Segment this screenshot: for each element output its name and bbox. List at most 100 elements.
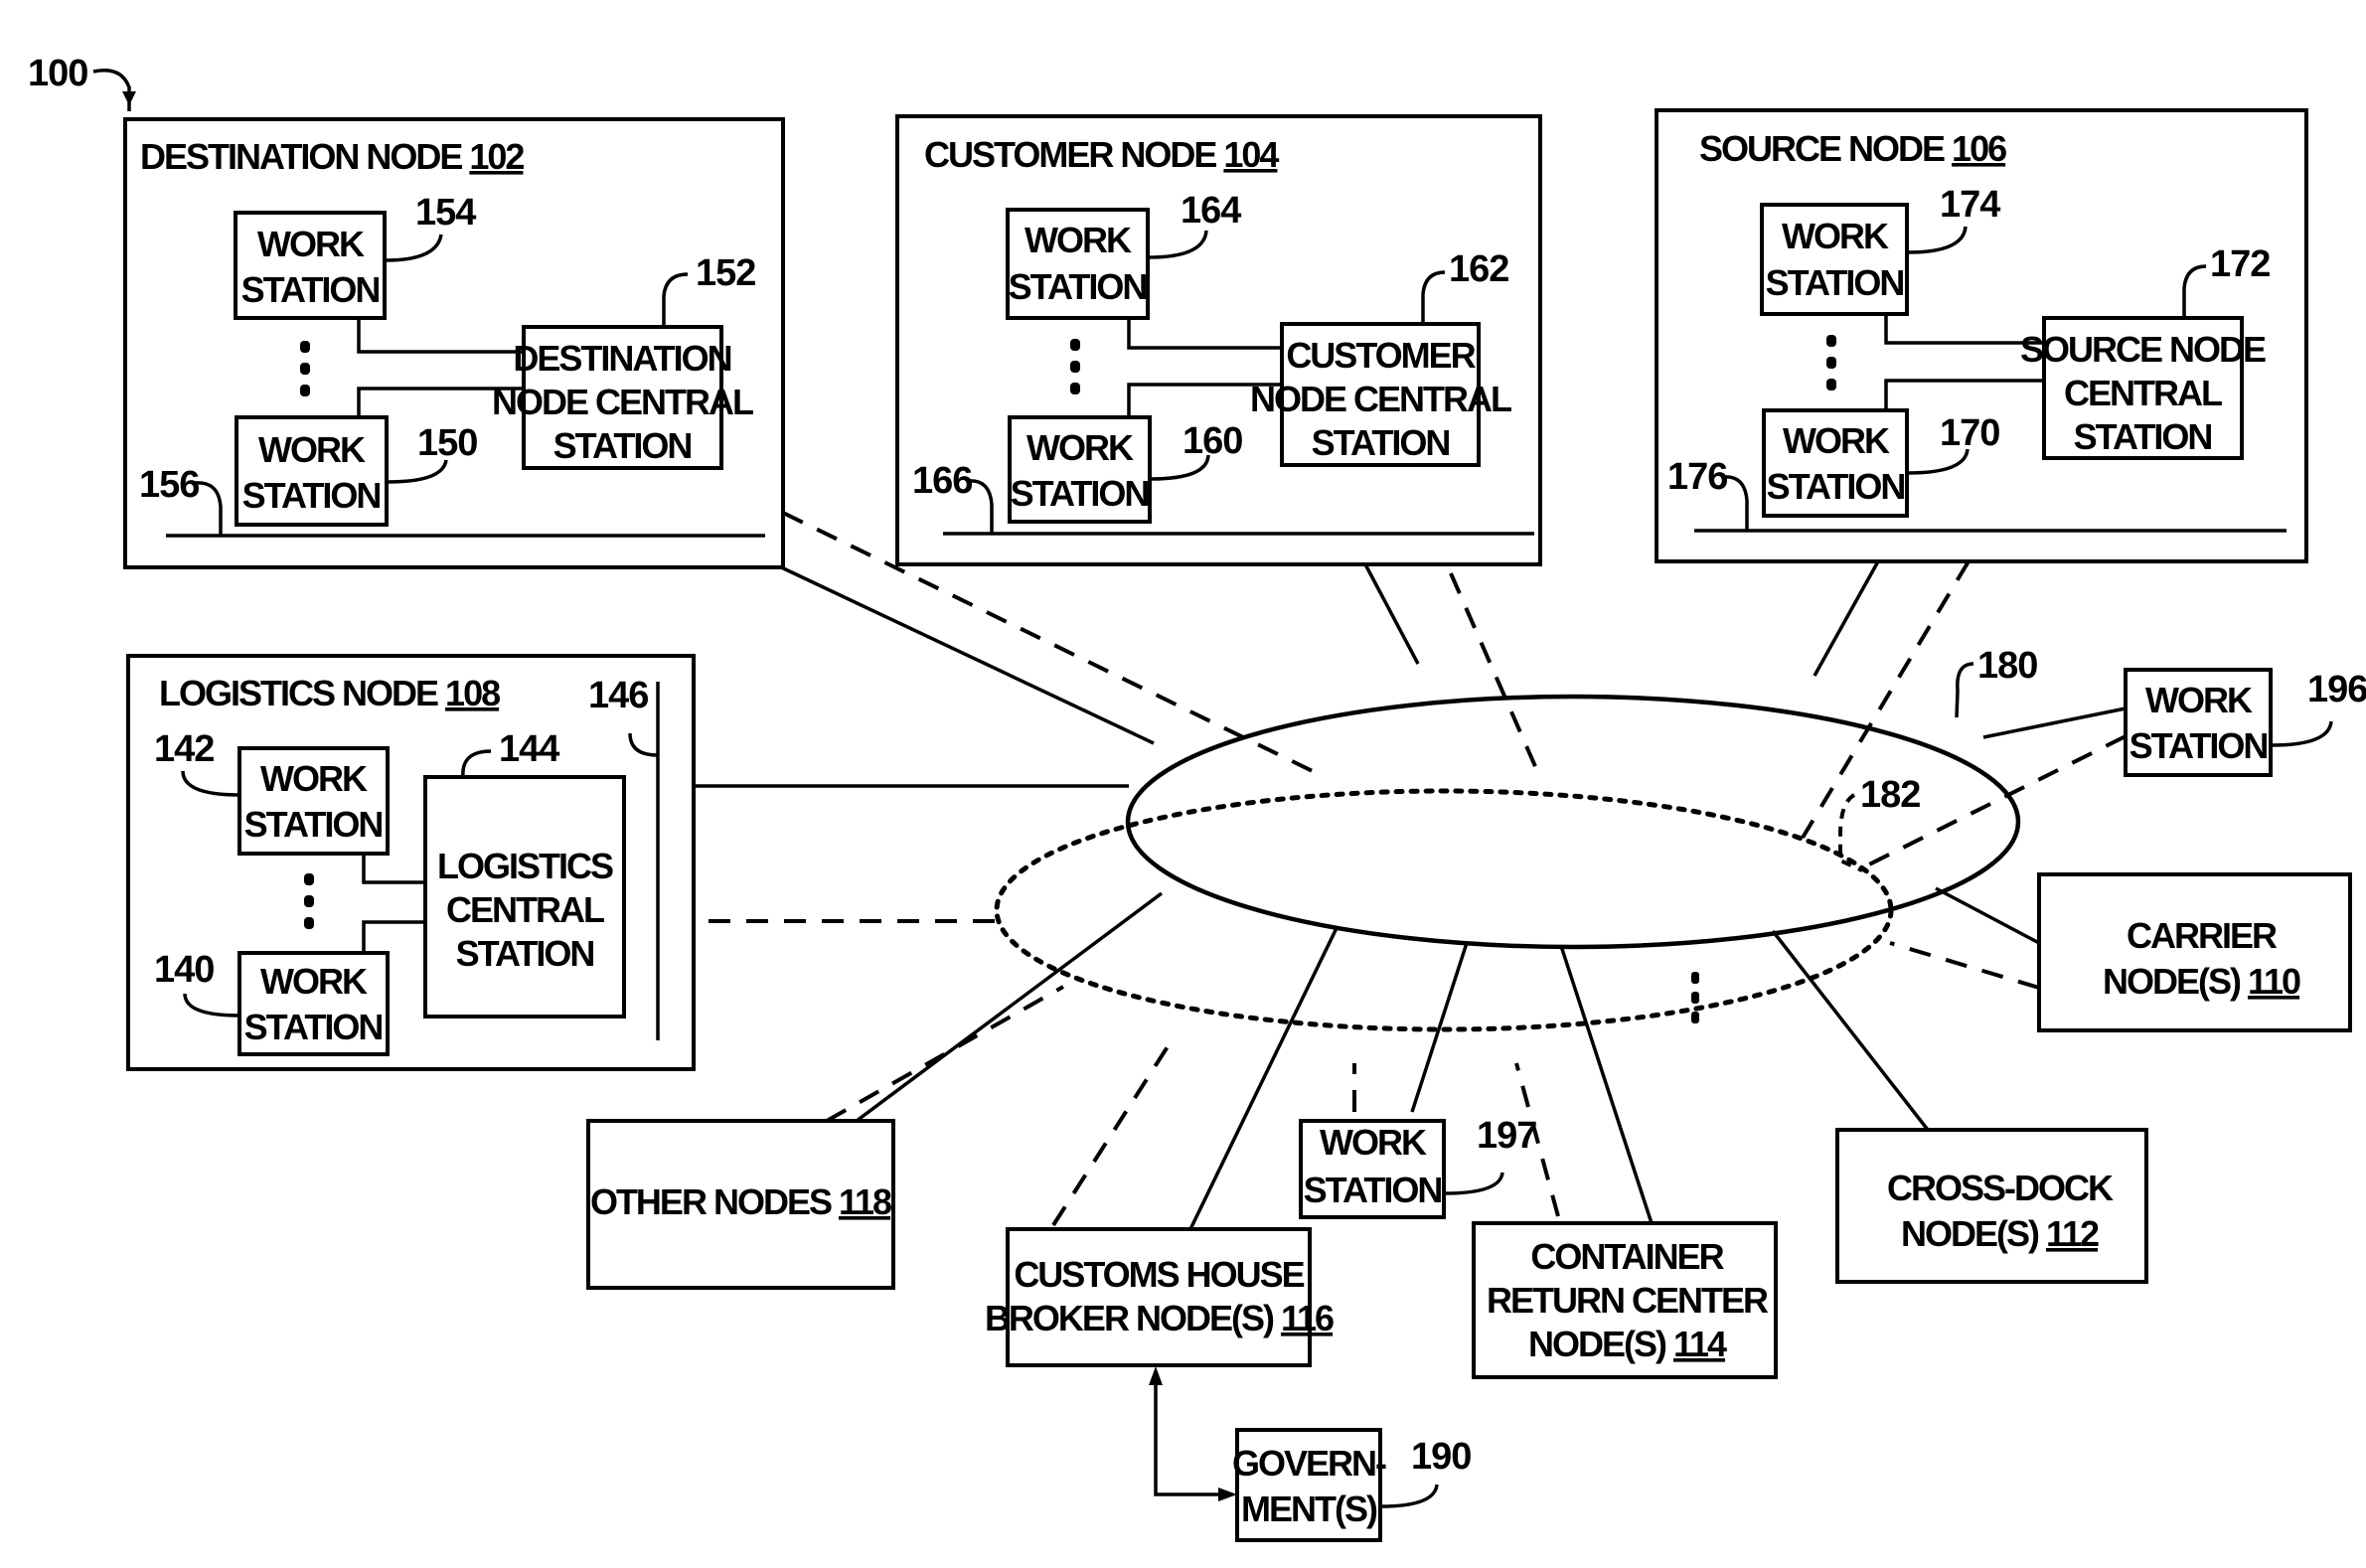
link-container-primary xyxy=(1559,945,1654,1224)
workstation-197[interactable]: WORK STATION 197 xyxy=(1299,1115,1537,1219)
secondary-network-ref: 182 xyxy=(1860,774,1920,816)
svg-text:172: 172 xyxy=(2210,243,2270,285)
svg-text:WORK: WORK xyxy=(1783,420,1890,461)
svg-text:WORK: WORK xyxy=(258,429,366,470)
svg-text:NODE(S) 112: NODE(S) 112 xyxy=(1901,1213,2099,1254)
svg-text:WORK: WORK xyxy=(2145,680,2253,720)
figure-ref-arrow xyxy=(92,69,131,111)
primary-network-ref: 180 xyxy=(1977,645,2037,687)
container-return-node[interactable]: CONTAINER RETURN CENTER NODE(S) 114 xyxy=(1472,1221,1778,1379)
link-customer-secondary xyxy=(1449,572,1543,781)
svg-text:STATION: STATION xyxy=(456,933,594,974)
source-node[interactable]: SOURCE NODE 106 WORK STATION 174 WORK ST… xyxy=(1655,108,2308,563)
svg-text:WORK: WORK xyxy=(1782,216,1889,256)
svg-text:BROKER NODE(S) 116: BROKER NODE(S) 116 xyxy=(985,1298,1334,1338)
link-other-primary xyxy=(855,891,1164,1123)
svg-text:197: 197 xyxy=(1477,1115,1536,1157)
carrier-node[interactable]: CARRIER NODE(S) 110 xyxy=(2037,872,2352,1032)
link-carrier-secondary xyxy=(1889,941,2040,990)
secondary-network-ellipse xyxy=(994,788,1894,1032)
svg-text:140: 140 xyxy=(154,949,214,991)
other-nodes[interactable]: OTHER NODES 118 xyxy=(586,1119,895,1290)
svg-text:STATION: STATION xyxy=(1767,466,1905,507)
svg-text:STATION: STATION xyxy=(2129,725,2268,766)
svg-text:STATION: STATION xyxy=(241,269,380,310)
svg-text:NODE(S) 110: NODE(S) 110 xyxy=(2103,961,2300,1002)
svg-text:WORK: WORK xyxy=(260,961,368,1002)
svg-text:144: 144 xyxy=(499,728,559,770)
customer-node[interactable]: CUSTOMER NODE 104 WORK STATION 164 WORK … xyxy=(895,114,1542,566)
svg-text:190: 190 xyxy=(1411,1436,1471,1478)
svg-text:MENT(S): MENT(S) xyxy=(1241,1489,1377,1529)
customs-broker-node[interactable]: CUSTOMS HOUSE BROKER NODE(S) 116 xyxy=(985,1227,1336,1367)
link-carrier-primary xyxy=(1935,886,2040,945)
workstation-196[interactable]: WORK STATION 196 xyxy=(2124,668,2366,777)
svg-text:STATION: STATION xyxy=(244,804,383,845)
svg-text:CUSTOMS HOUSE: CUSTOMS HOUSE xyxy=(1014,1254,1304,1295)
svg-text:NODE CENTRAL: NODE CENTRAL xyxy=(492,382,753,422)
cross-dock-node[interactable]: CROSS-DOCK NODE(S) 112 xyxy=(1835,1128,2148,1284)
svg-text:OTHER NODES 118: OTHER NODES 118 xyxy=(590,1181,891,1222)
source-ellipsis-dots xyxy=(1826,335,1836,391)
svg-text:142: 142 xyxy=(154,728,214,770)
government-link xyxy=(1154,1381,1218,1496)
svg-text:STATION: STATION xyxy=(1312,422,1450,463)
svg-text:SOURCE NODE: SOURCE NODE xyxy=(2020,329,2266,370)
source-node-title: SOURCE NODE 106 xyxy=(1699,128,2006,169)
destination-node-title: DESTINATION NODE 102 xyxy=(140,136,524,177)
link-source-primary xyxy=(1813,560,1880,677)
svg-text:NODE(S) 114: NODE(S) 114 xyxy=(1528,1324,1727,1364)
svg-text:WORK: WORK xyxy=(257,224,365,264)
svg-text:CENTRAL: CENTRAL xyxy=(2064,373,2222,413)
svg-text:CUSTOMER: CUSTOMER xyxy=(1286,335,1476,376)
svg-text:174: 174 xyxy=(1940,184,2000,226)
logistics-node[interactable]: LOGISTICS NODE 108 WORK STATION 142 WORK… xyxy=(126,654,696,1071)
figure-ref-label: 100 xyxy=(28,53,87,94)
svg-text:STATION: STATION xyxy=(2074,416,2212,457)
svg-text:STATION: STATION xyxy=(1009,266,1147,307)
svg-text:170: 170 xyxy=(1940,412,1999,454)
ref-152: 152 xyxy=(696,252,755,294)
network-ellipsis-dots xyxy=(1691,972,1699,1023)
svg-text:NODE CENTRAL: NODE CENTRAL xyxy=(1250,379,1511,419)
svg-text:DESTINATION: DESTINATION xyxy=(513,338,730,379)
svg-text:STATION: STATION xyxy=(1766,262,1904,303)
svg-text:STATION: STATION xyxy=(244,1007,383,1047)
link-ws196-primary xyxy=(1982,706,2127,739)
destination-node[interactable]: DESTINATION NODE 102 WORK STATION 154 WO… xyxy=(123,117,785,569)
svg-text:164: 164 xyxy=(1181,190,1241,232)
destination-ellipsis-dots xyxy=(300,341,310,396)
svg-text:146: 146 xyxy=(588,675,648,716)
svg-text:RETURN CENTER: RETURN CENTER xyxy=(1487,1280,1769,1321)
logistics-network-diagram: 100 180 182 DESTINATION NODE 102 WORK ST… xyxy=(28,53,2366,1542)
arrowhead-up-icon xyxy=(1149,1366,1163,1385)
arrowhead-right-icon xyxy=(1218,1488,1237,1501)
primary-network-leader xyxy=(1955,662,1974,718)
logistics-node-title: LOGISTICS NODE 108 xyxy=(159,673,500,713)
svg-text:166: 166 xyxy=(912,460,972,502)
svg-text:162: 162 xyxy=(1449,248,1508,290)
logistics-ellipsis-dots xyxy=(304,873,314,929)
customer-node-title: CUSTOMER NODE 104 xyxy=(924,134,1279,175)
government-node[interactable]: GOVERN- MENT(S) 190 xyxy=(1149,1366,1472,1542)
svg-text:LOGISTICS: LOGISTICS xyxy=(437,846,613,886)
arrowhead-icon xyxy=(122,91,136,105)
ref-150: 150 xyxy=(417,422,477,464)
svg-text:STATION: STATION xyxy=(1011,473,1149,514)
svg-text:GOVERN-: GOVERN- xyxy=(1232,1443,1386,1484)
svg-text:WORK: WORK xyxy=(1026,427,1134,468)
svg-text:STATION: STATION xyxy=(553,425,692,466)
svg-text:CONTAINER: CONTAINER xyxy=(1530,1236,1724,1277)
svg-text:196: 196 xyxy=(2307,669,2366,710)
svg-text:CROSS-DOCK: CROSS-DOCK xyxy=(1887,1168,2114,1208)
svg-text:WORK: WORK xyxy=(1025,220,1132,260)
svg-text:STATION: STATION xyxy=(242,475,381,516)
link-customer-primary xyxy=(1363,563,1420,665)
primary-network-ellipse xyxy=(1125,694,2021,950)
link-destination-primary xyxy=(776,563,1155,745)
svg-text:160: 160 xyxy=(1183,420,1242,462)
link-customs-secondary xyxy=(1051,1035,1176,1227)
svg-text:STATION: STATION xyxy=(1304,1170,1442,1210)
figure-ref: 100 xyxy=(28,53,136,111)
network-refs: 180 182 xyxy=(1838,645,2038,872)
